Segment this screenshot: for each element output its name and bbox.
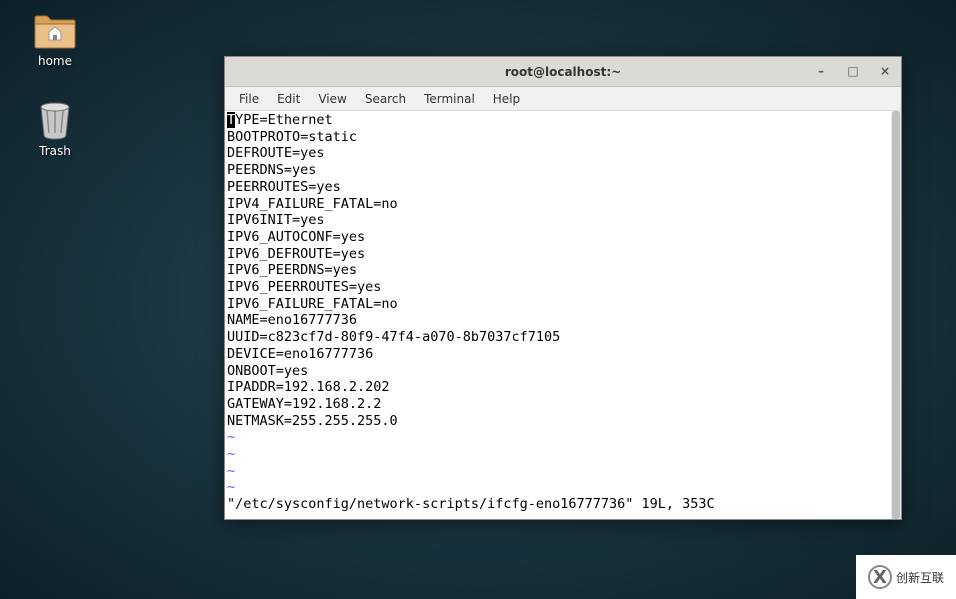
terminal-line: IPV6INIT=yes xyxy=(227,212,325,228)
terminal-line: IPV6_FAILURE_FATAL=no xyxy=(227,296,398,312)
terminal-content: TYPE=Ethernet BOOTPROTO=static DEFROUTE=… xyxy=(227,112,899,513)
terminal-line: IPV4_FAILURE_FATAL=no xyxy=(227,196,398,212)
terminal-tilde: ~ xyxy=(227,429,235,445)
desktop-icon-home[interactable]: home xyxy=(15,10,95,68)
menu-edit[interactable]: Edit xyxy=(269,89,308,109)
terminal-line: NAME=eno16777736 xyxy=(227,312,357,328)
menu-help[interactable]: Help xyxy=(485,89,528,109)
terminal-line: DEVICE=eno16777736 xyxy=(227,346,373,362)
terminal-line: IPV6_PEERDNS=yes xyxy=(227,262,357,278)
menu-view[interactable]: View xyxy=(310,89,354,109)
window-title: root@localhost:~ xyxy=(505,65,621,79)
desktop-icon-trash[interactable]: Trash xyxy=(15,100,95,158)
terminal-line: DEFROUTE=yes xyxy=(227,145,325,161)
terminal-window: root@localhost:~ – □ × File Edit View Se… xyxy=(224,56,902,520)
terminal-tilde: ~ xyxy=(227,446,235,462)
terminal-line: GATEWAY=192.168.2.2 xyxy=(227,396,381,412)
menubar: File Edit View Search Terminal Help xyxy=(225,87,901,111)
terminal-line: IPADDR=192.168.2.202 xyxy=(227,379,390,395)
menu-terminal[interactable]: Terminal xyxy=(416,89,483,109)
titlebar[interactable]: root@localhost:~ – □ × xyxy=(225,57,901,87)
watermark-text: 创新互联 xyxy=(896,569,944,586)
terminal-line-0-rest: YPE=Ethernet xyxy=(235,112,333,128)
terminal-tilde: ~ xyxy=(227,479,235,495)
terminal-line: IPV6_AUTOCONF=yes xyxy=(227,229,365,245)
watermark-logo-icon: X xyxy=(868,565,892,589)
desktop-icon-home-label: home xyxy=(38,54,72,68)
window-controls: – □ × xyxy=(811,61,895,81)
terminal-line: IPV6_DEFROUTE=yes xyxy=(227,246,365,262)
close-button[interactable]: × xyxy=(875,61,895,81)
scrollbar[interactable] xyxy=(891,111,901,519)
menu-search[interactable]: Search xyxy=(357,89,414,109)
trash-icon xyxy=(31,100,79,140)
scrollbar-thumb[interactable] xyxy=(892,111,900,519)
terminal-line: PEERROUTES=yes xyxy=(227,179,341,195)
terminal-status-line: "/etc/sysconfig/network-scripts/ifcfg-en… xyxy=(227,496,715,512)
desktop-icon-trash-label: Trash xyxy=(39,144,71,158)
terminal-body[interactable]: TYPE=Ethernet BOOTPROTO=static DEFROUTE=… xyxy=(225,111,901,519)
terminal-line: IPV6_PEERROUTES=yes xyxy=(227,279,381,295)
terminal-line: BOOTPROTO=static xyxy=(227,129,357,145)
folder-home-icon xyxy=(31,10,79,50)
menu-file[interactable]: File xyxy=(231,89,267,109)
watermark: X 创新互联 xyxy=(856,555,956,599)
terminal-line: ONBOOT=yes xyxy=(227,363,308,379)
terminal-cursor: T xyxy=(227,112,235,128)
terminal-line: NETMASK=255.255.255.0 xyxy=(227,413,398,429)
maximize-button[interactable]: □ xyxy=(843,61,863,81)
terminal-line: UUID=c823cf7d-80f9-47f4-a070-8b7037cf710… xyxy=(227,329,560,345)
minimize-button[interactable]: – xyxy=(811,61,831,81)
terminal-line: PEERDNS=yes xyxy=(227,162,316,178)
terminal-tilde: ~ xyxy=(227,463,235,479)
